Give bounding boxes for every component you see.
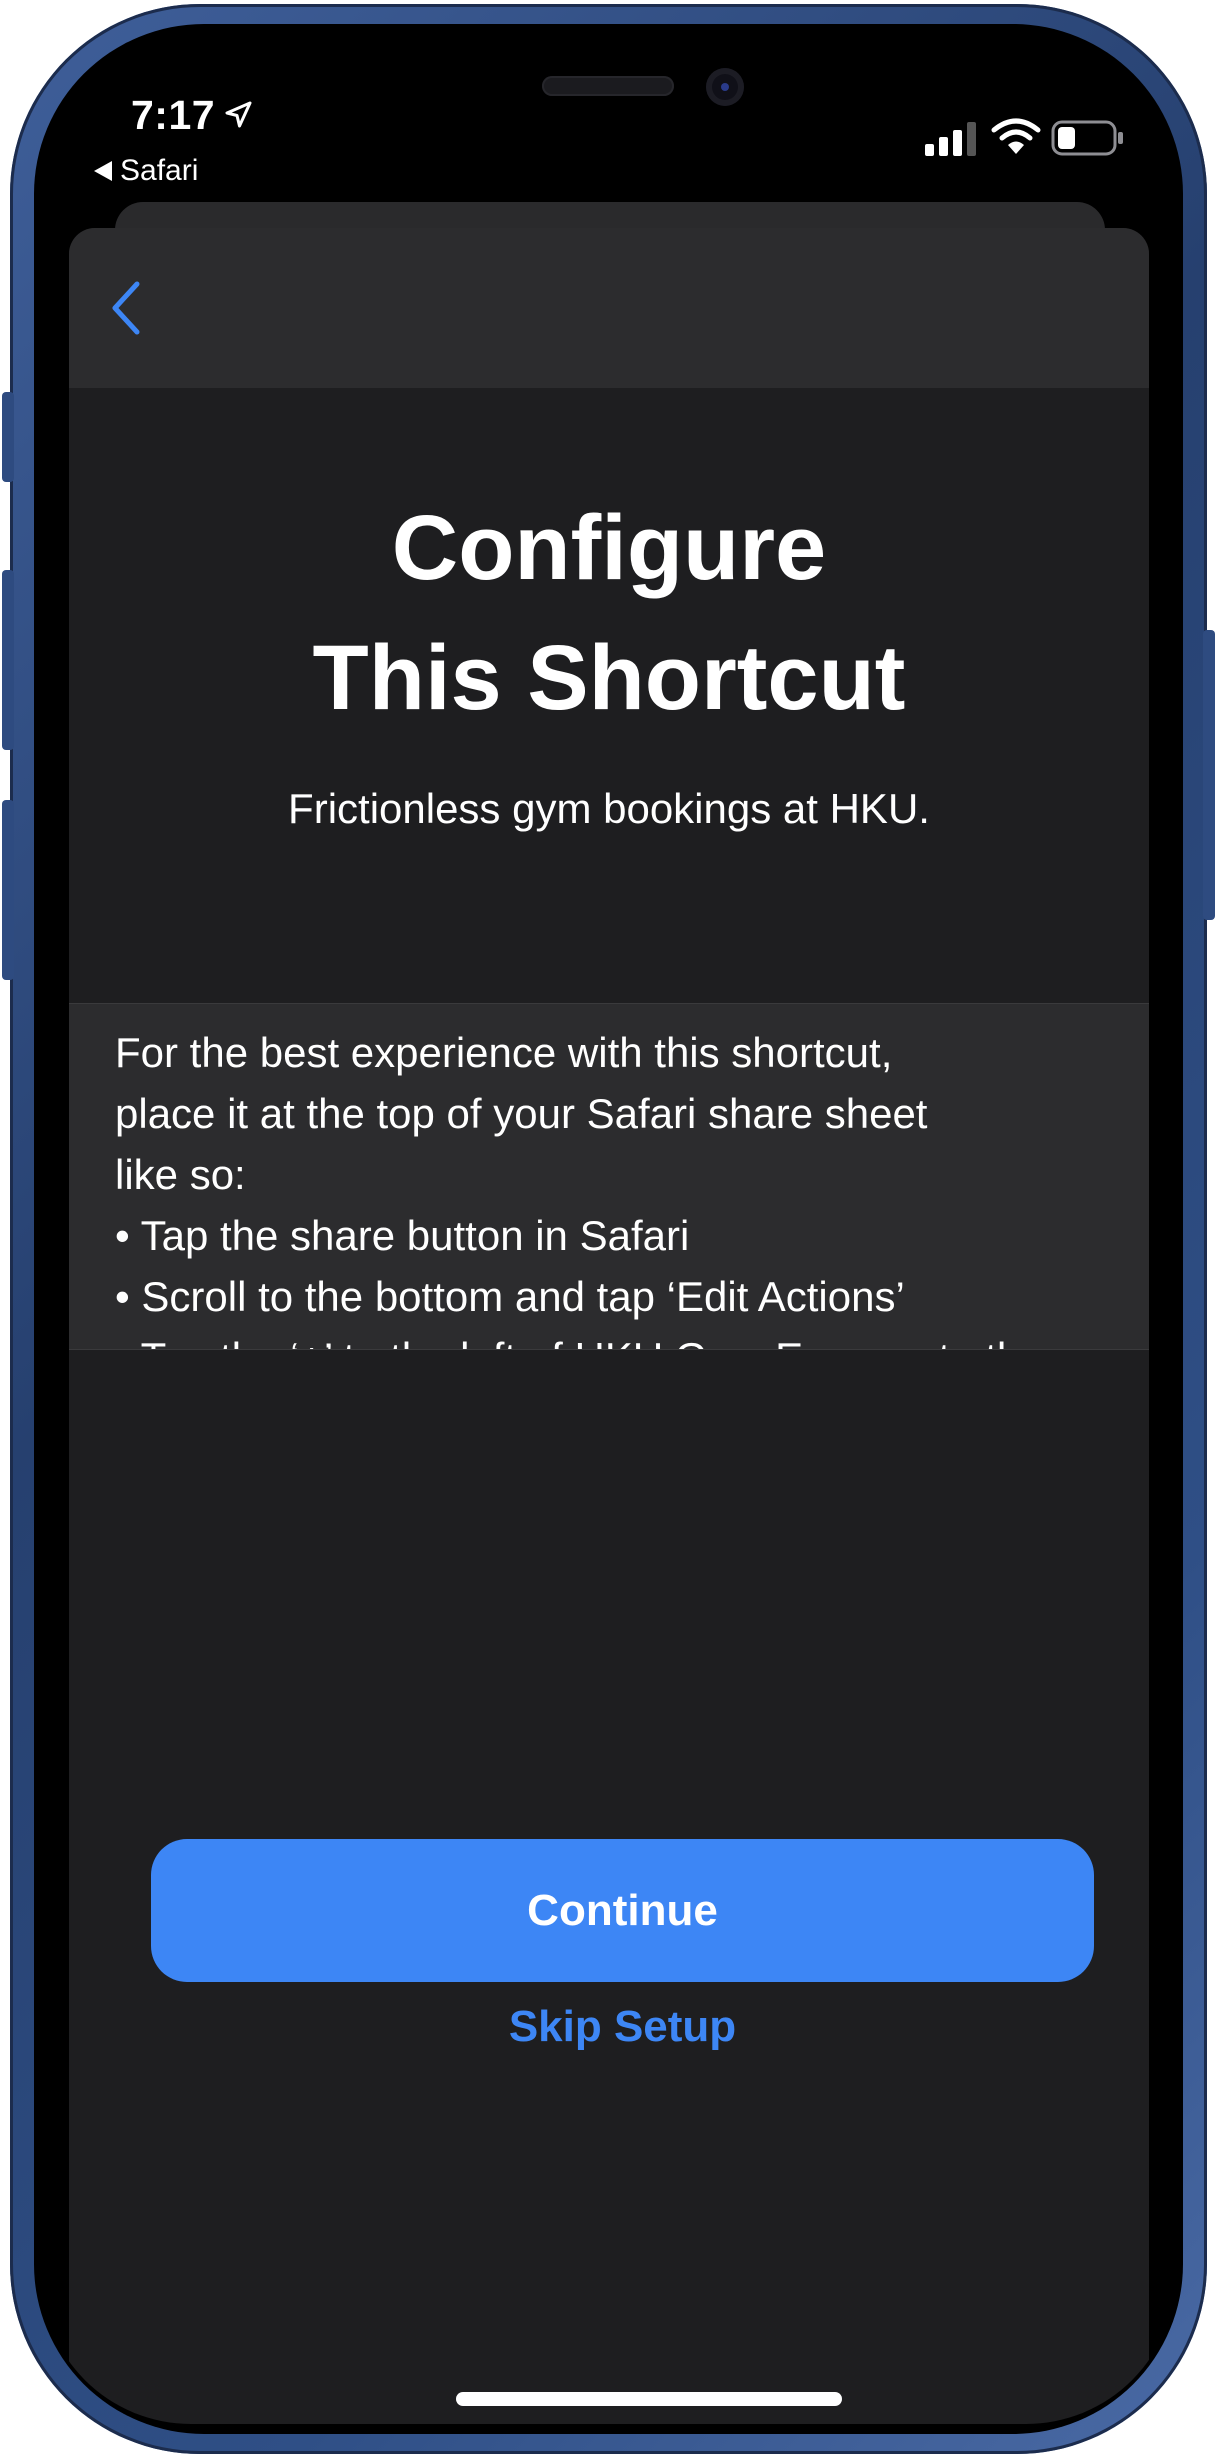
home-indicator[interactable]	[456, 2392, 842, 2406]
front-camera	[706, 68, 744, 106]
skip-setup-button[interactable]: Skip Setup	[41, 1997, 1176, 2057]
continue-button[interactable]: Continue	[151, 1839, 1094, 1982]
step-item: • Tap the share button in Safari	[115, 1212, 690, 1259]
back-triangle-icon	[94, 161, 112, 181]
description-line: place it at the top of your Safari share…	[115, 1090, 928, 1137]
wifi-icon	[991, 118, 1041, 154]
cellular-signal-icon	[925, 122, 976, 156]
status-time: 7:17	[131, 92, 216, 138]
silent-switch	[2, 392, 14, 482]
chevron-left-icon[interactable]	[107, 278, 147, 338]
page-title: Configure This Shortcut	[69, 483, 1149, 743]
title-line-2: This Shortcut	[312, 627, 906, 729]
volume-down-button	[2, 800, 14, 980]
back-to-app-link[interactable]: Safari	[94, 154, 198, 188]
description-scroll-box[interactable]: For the best experience with this shortc…	[69, 1003, 1149, 1350]
back-app-label: Safari	[120, 154, 199, 187]
earpiece-speaker	[542, 76, 674, 96]
description-text: For the best experience with this shortc…	[115, 1022, 1115, 1349]
sheet-nav-bar	[69, 228, 1149, 388]
title-line-1: Configure	[391, 497, 827, 599]
battery-icon	[1051, 120, 1123, 156]
step-item: • Tap the ‘+’ to the left of HKU Gym Exp…	[115, 1327, 1115, 1349]
description-line: For the best experience with this shortc…	[115, 1029, 893, 1076]
configure-sheet: Configure This Shortcut Frictionless gym…	[69, 228, 1149, 2424]
power-button	[1203, 630, 1215, 920]
volume-up-button	[2, 570, 14, 750]
description-line: like so:	[115, 1151, 246, 1198]
screen: 7:17 Safari Configure This Shortcut Fric…	[41, 34, 1176, 2424]
page-subtitle: Frictionless gym bookings at HKU.	[288, 785, 930, 832]
step-item: • Scroll to the bottom and tap ‘Edit Act…	[115, 1273, 905, 1320]
location-arrow-icon	[225, 101, 252, 128]
